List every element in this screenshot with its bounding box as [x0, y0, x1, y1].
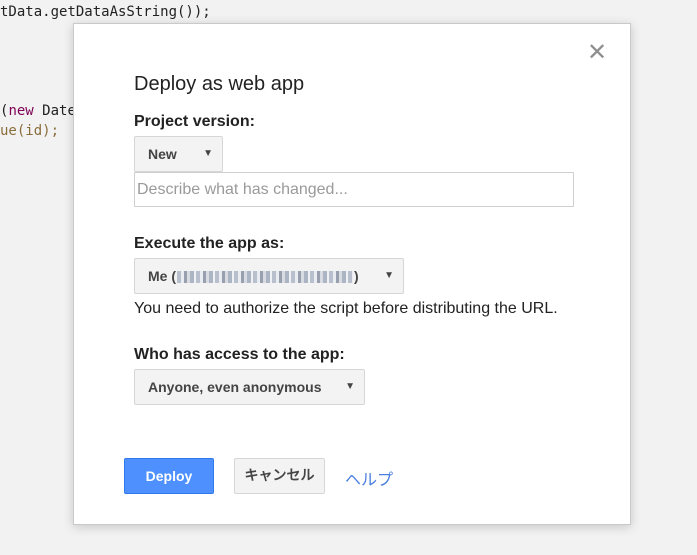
- access-select[interactable]: Anyone, even anonymous ▼: [134, 369, 365, 405]
- project-version-select[interactable]: New ▼: [134, 136, 223, 172]
- authorize-note: You need to authorize the script before …: [134, 300, 558, 317]
- project-version-label: Project version:: [134, 113, 255, 130]
- redacted-email: [177, 271, 353, 284]
- execute-as-prefix: Me (: [148, 268, 176, 284]
- deploy-button[interactable]: Deploy: [124, 458, 214, 494]
- change-description-input[interactable]: [134, 172, 574, 207]
- access-value: Anyone, even anonymous: [148, 379, 322, 395]
- code-line: ue(id);: [0, 123, 60, 139]
- chevron-down-icon: ▼: [345, 381, 355, 392]
- deploy-web-app-dialog: ✕ Deploy as web app Project version: New…: [73, 23, 631, 525]
- chevron-down-icon: ▼: [203, 148, 213, 159]
- dialog-title: Deploy as web app: [134, 73, 305, 95]
- close-icon[interactable]: ✕: [586, 40, 608, 64]
- help-link[interactable]: ヘルプ: [345, 466, 393, 490]
- execute-as-select[interactable]: Me () ▼: [134, 258, 404, 294]
- execute-as-label: Execute the app as:: [134, 235, 285, 252]
- code-line: tData.getDataAsString());: [0, 4, 211, 20]
- project-version-value: New: [148, 146, 177, 162]
- access-label: Who has access to the app:: [134, 346, 345, 363]
- execute-as-suffix: ): [354, 268, 359, 284]
- cancel-button[interactable]: キャンセル: [234, 458, 325, 494]
- chevron-down-icon: ▼: [384, 270, 394, 281]
- code-line: (new Date: [0, 103, 76, 119]
